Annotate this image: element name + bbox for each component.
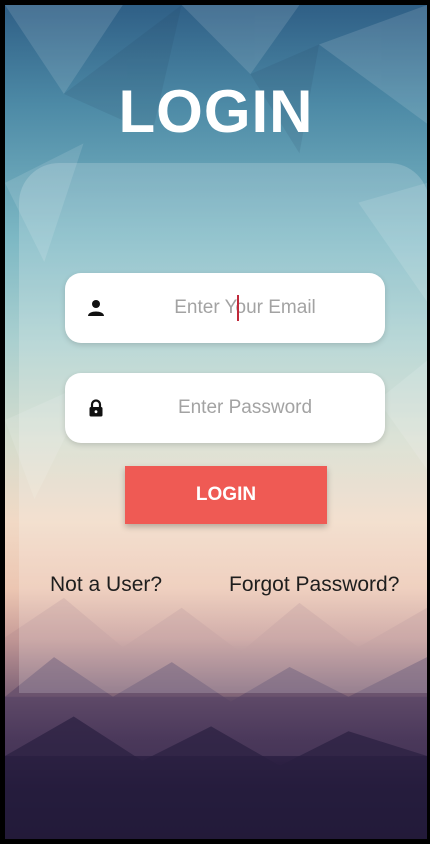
not-a-user-link[interactable]: Not a User? xyxy=(50,573,162,597)
forgot-password-link[interactable]: Forgot Password? xyxy=(229,573,399,597)
login-button[interactable]: LOGIN xyxy=(125,466,327,524)
email-field[interactable] xyxy=(65,273,385,343)
lock-icon xyxy=(89,399,103,417)
password-input[interactable] xyxy=(125,373,365,443)
password-field[interactable] xyxy=(65,373,385,443)
text-cursor xyxy=(237,295,239,321)
login-screen: LOGIN LOGIN Not a User? Forgot Password? xyxy=(0,0,430,844)
email-input[interactable] xyxy=(125,273,365,343)
page-title: LOGIN xyxy=(118,78,314,145)
person-icon xyxy=(88,300,104,316)
